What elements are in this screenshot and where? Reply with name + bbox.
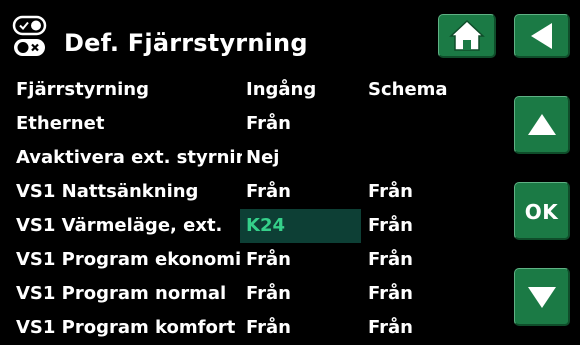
row-label: VS1 Program ekonomi	[16, 249, 242, 270]
row-input-value[interactable]: Från	[240, 175, 361, 209]
row-label: VS1 Program komfort	[16, 317, 236, 338]
row-label: VS1 Program normal	[16, 283, 227, 304]
up-arrow-icon	[528, 114, 556, 135]
row-schedule-value[interactable]: Från	[368, 277, 488, 311]
down-arrow-icon	[528, 287, 556, 308]
row-schedule-value[interactable]: Från	[368, 175, 488, 209]
back-button[interactable]	[514, 14, 570, 58]
scroll-up-button[interactable]	[514, 96, 570, 154]
back-arrow-icon	[531, 23, 552, 49]
row-input-value-selected[interactable]: K24	[240, 209, 361, 243]
table-row[interactable]: VS1 Program normal Från Från	[0, 277, 500, 311]
row-schedule-value[interactable]: Från	[368, 243, 488, 277]
home-button[interactable]	[438, 14, 496, 58]
row-input-value[interactable]: Från	[240, 311, 361, 345]
row-schedule-value[interactable]: Från	[368, 311, 488, 345]
row-label: VS1 Värmeläge, ext.	[16, 215, 223, 236]
table-row[interactable]: Ethernet Från	[0, 107, 500, 141]
table-row[interactable]: VS1 Program ekonomi Från Från	[0, 243, 500, 277]
row-input-value[interactable]: Från	[240, 243, 361, 277]
ok-button[interactable]: OK	[514, 182, 570, 240]
home-icon	[449, 19, 485, 51]
row-schedule-value[interactable]: Från	[368, 209, 488, 243]
row-label: Avaktivera ext. styrning	[16, 147, 242, 168]
row-schedule-value[interactable]	[368, 107, 488, 141]
scroll-down-button[interactable]	[514, 268, 570, 326]
row-input-value[interactable]: Från	[240, 277, 361, 311]
remote-toggle-icon	[12, 14, 58, 60]
column-header-schedule: Schema	[368, 79, 448, 100]
row-label: VS1 Nattsänkning	[16, 181, 199, 202]
table-header-row: Fjärrstyrning Ingång Schema	[0, 73, 500, 107]
column-header-name: Fjärrstyrning	[16, 79, 149, 100]
ok-label: OK	[524, 200, 559, 224]
table-row[interactable]: VS1 Program komfort Från Från	[0, 311, 500, 345]
table-row[interactable]: VS1 Nattsänkning Från Från	[0, 175, 500, 209]
page-title: Def. Fjärrstyrning	[64, 29, 308, 57]
row-schedule-value[interactable]	[368, 141, 488, 175]
row-input-value[interactable]: Från	[240, 107, 361, 141]
table-row[interactable]: Avaktivera ext. styrning Nej	[0, 141, 500, 175]
row-input-value[interactable]: Nej	[240, 141, 361, 175]
table-row-selected[interactable]: VS1 Värmeläge, ext. K24 Från	[0, 209, 500, 243]
column-header-input: Ingång	[246, 79, 317, 100]
row-label: Ethernet	[16, 113, 105, 134]
